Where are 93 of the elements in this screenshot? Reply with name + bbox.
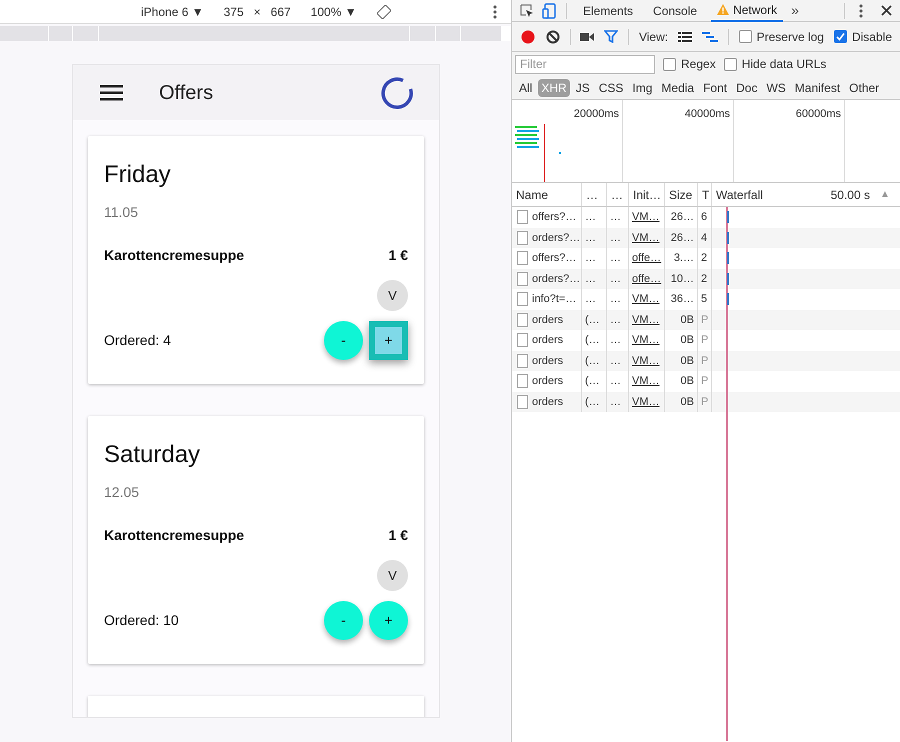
column-header[interactable]: T [698,183,712,206]
clear-icon[interactable] [546,30,560,44]
column-header[interactable]: Name [512,183,582,206]
list-view-icon[interactable] [678,32,692,42]
request-name[interactable]: orders?… [532,230,580,246]
initiator-link[interactable]: VM… [629,392,665,412]
filter-icon[interactable] [604,30,618,43]
resource-type-filter[interactable]: Doc [733,78,760,96]
menu-icon[interactable] [100,84,123,100]
timeline-tick: 20000ms [574,107,619,120]
request-name[interactable]: orders [532,373,564,390]
table-cell: … [607,392,629,412]
date-label: 11.05 [104,203,139,222]
record-button[interactable] [520,28,536,44]
column-header[interactable]: … [582,183,607,206]
timeline-tick: 40000ms [684,107,730,120]
file-icon [517,394,528,409]
more-tabs-button[interactable]: » [791,0,799,21]
checkmark-icon [836,32,845,41]
file-icon [517,210,528,224]
resource-type-filter[interactable]: All [516,78,536,96]
preserve-log-checkbox[interactable]: Preserve log [738,28,824,46]
request-name[interactable]: orders [532,332,564,348]
zoom-dropdown[interactable]: 100% ▼ [310,2,357,20]
resource-type-filter[interactable]: CSS [596,78,626,96]
file-icon [517,272,528,286]
minus-button[interactable]: - [324,321,363,360]
resource-type-filter[interactable]: Manifest [792,78,844,96]
table-cell: (… [582,392,607,412]
width-value[interactable]: 375 [224,2,244,20]
timeline-tick: 60000ms [796,107,841,120]
dish-name: Karottencremesuppe [104,246,244,265]
view-label: View: [638,28,668,46]
height-value[interactable]: 667 [270,2,291,20]
rotate-icon[interactable] [376,4,391,18]
camera-icon[interactable] [580,32,594,42]
devtools-tab[interactable]: Elements [577,0,640,22]
resource-type-filter[interactable]: JS [572,78,593,96]
request-name[interactable]: orders?… [532,270,580,287]
dish-name: Karottencremesuppe [104,526,244,545]
column-header[interactable]: … [607,183,629,206]
minus-button[interactable]: - [324,601,363,640]
filter-input[interactable]: Filter [515,54,655,74]
more-icon[interactable] [493,5,497,19]
file-icon [517,230,528,245]
price-label: 1 € [388,246,408,265]
price-label: 1 € [388,526,408,545]
vegetarian-badge: V [377,280,408,311]
request-name[interactable]: info?t=… [532,291,576,308]
column-header[interactable]: Init… [629,183,665,206]
request-name[interactable]: orders [532,312,564,328]
regex-checkbox[interactable]: Regex [663,55,716,73]
day-title: Saturday [104,440,202,470]
timeline-overview-drawing [515,124,561,182]
table-cell: P [698,392,712,412]
resource-type-filter[interactable]: WS [763,78,789,96]
close-icon[interactable] [881,5,892,16]
resource-type-filter[interactable]: Font [700,78,730,96]
day-title: Friday [104,160,172,190]
inspect-icon[interactable] [520,4,534,18]
resource-type-filter[interactable]: Media [658,78,698,96]
file-icon [517,251,528,266]
plus-button[interactable]: + [369,601,408,640]
vegetarian-badge: V [377,560,408,591]
device-dropdown[interactable]: iPhone 6 ▼ [141,2,204,20]
device-mode-icon[interactable] [542,2,556,18]
file-icon [517,312,528,327]
file-icon [517,354,528,368]
column-header[interactable]: 50.00 s [830,186,880,204]
column-header[interactable]: Size [665,183,698,206]
ordered-count: Ordered: 4 [104,331,172,350]
request-name[interactable]: orders [532,352,564,369]
resource-type-filter[interactable]: Other [846,78,882,96]
file-icon [517,333,528,348]
ordered-count: Ordered: 10 [104,611,180,630]
times-sign: × [254,4,261,20]
hide-data-urls-checkbox[interactable]: Hide data URLs [724,55,826,73]
more-icon[interactable] [859,4,863,18]
file-icon [517,374,528,388]
app-title: Offers [159,80,214,106]
devtools-tab[interactable]: Console [647,0,704,22]
disable-cache-checkbox[interactable]: Disable [834,28,892,46]
request-name[interactable]: offers?… [532,250,576,266]
request-name[interactable]: offers?… [532,209,576,226]
warning-icon [717,4,730,15]
plus-button[interactable]: + [369,321,408,360]
date-label: 12.05 [104,483,140,502]
file-icon [517,292,528,306]
request-name[interactable]: orders [532,394,564,410]
waterfall-view-icon[interactable] [702,32,718,42]
table-cell: 0B [665,392,698,412]
resource-type-filter[interactable]: Img [629,78,656,96]
column-header[interactable]: Waterfall [712,186,831,204]
